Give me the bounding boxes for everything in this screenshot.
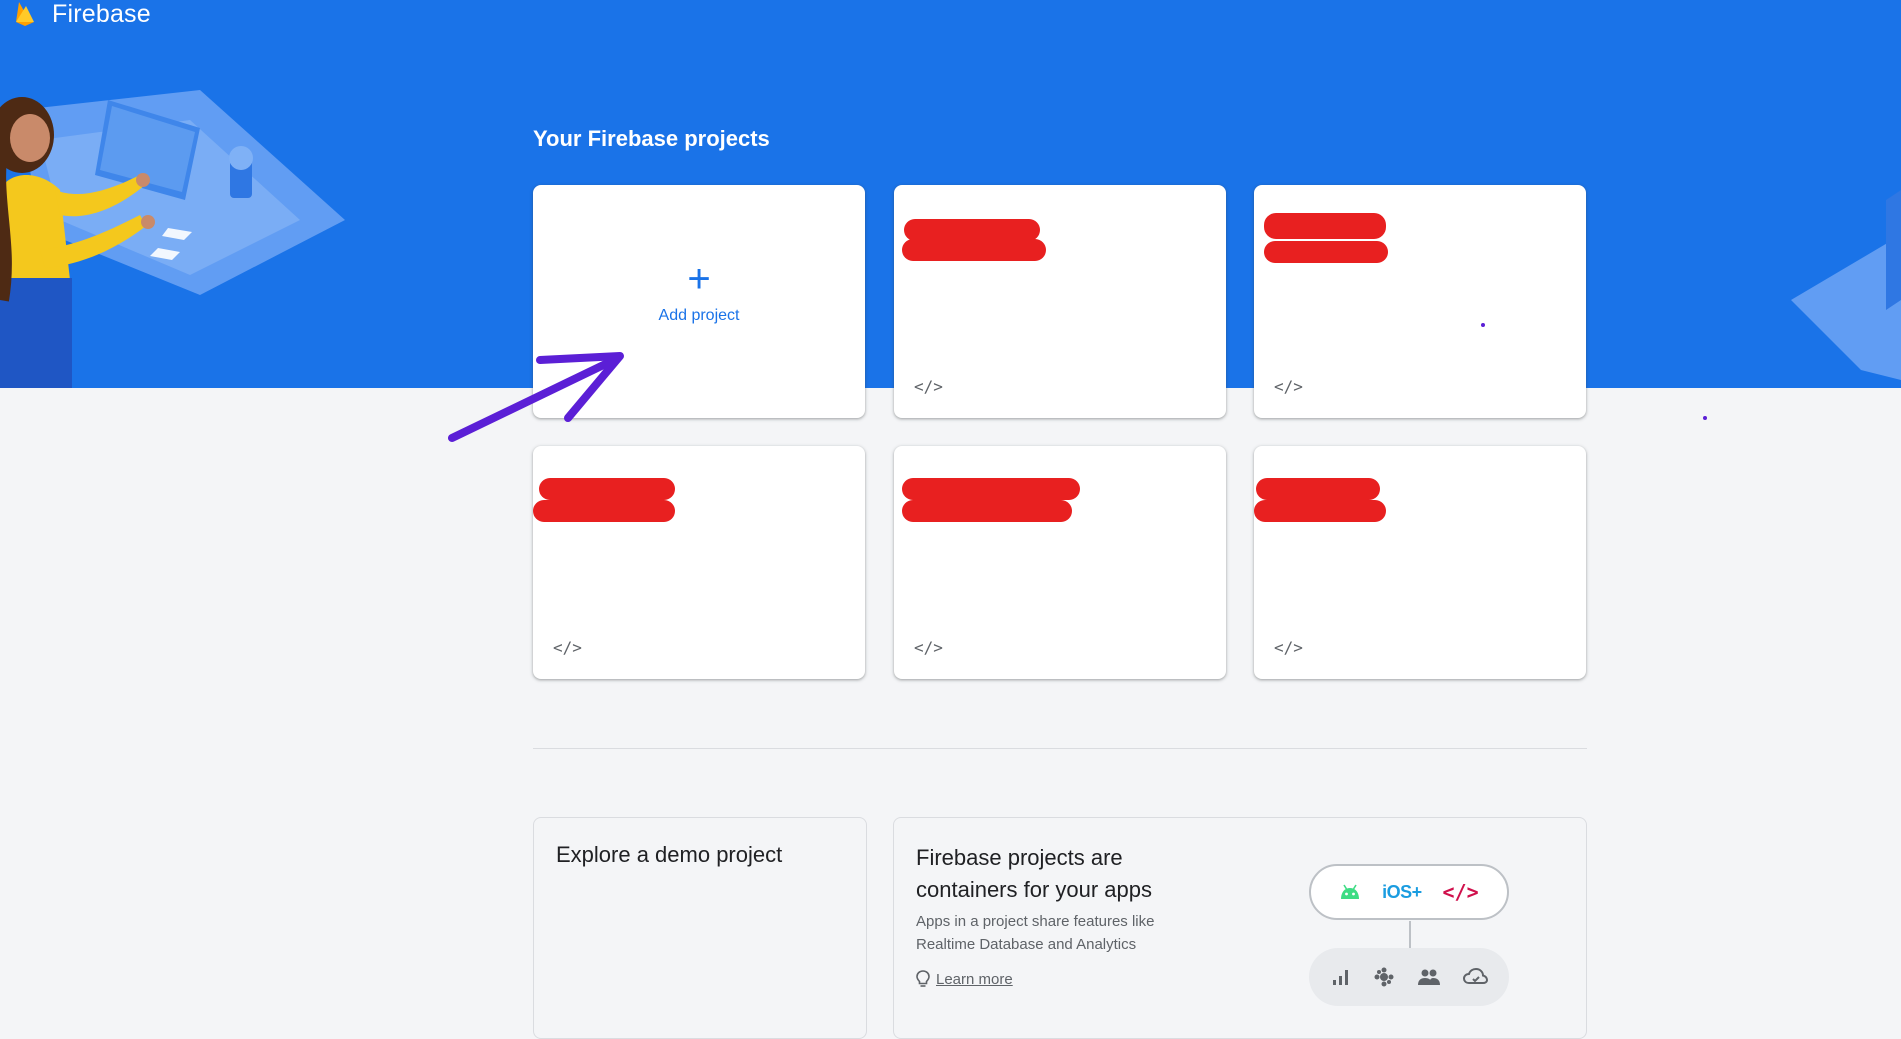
project-card[interactable]: </> — [894, 185, 1226, 418]
project-card[interactable]: </> — [894, 446, 1226, 679]
redaction-mark — [902, 500, 1072, 522]
demo-project-panel[interactable]: Explore a demo project — [533, 817, 867, 1039]
redaction-mark — [1264, 213, 1386, 239]
cloud-icon — [1463, 967, 1489, 984]
decorative-platform-illustration — [1791, 190, 1901, 380]
add-project-label[interactable]: Add project — [659, 307, 740, 325]
annotation-arrow — [448, 352, 624, 442]
redaction-mark — [902, 478, 1080, 500]
redaction-mark — [902, 239, 1046, 261]
project-card[interactable]: </> — [1254, 446, 1586, 679]
redaction-mark — [533, 500, 675, 522]
platforms-pill: iOS+ </> — [1309, 864, 1509, 920]
firebase-flame-icon[interactable] — [13, 0, 37, 26]
code-icon: </> — [914, 638, 943, 657]
code-icon: </> — [1274, 377, 1303, 396]
connector-line — [1409, 921, 1411, 949]
learn-more-link[interactable]: Learn more — [916, 970, 1013, 988]
ios-icon: iOS+ — [1382, 881, 1422, 902]
redaction-mark — [1256, 478, 1380, 500]
android-icon — [1341, 884, 1360, 899]
features-pill — [1309, 948, 1509, 1006]
demo-project-title[interactable]: Explore a demo project — [556, 842, 782, 868]
project-card[interactable]: </> — [533, 446, 865, 679]
redaction-mark — [1264, 241, 1388, 263]
analytics-icon — [1332, 970, 1348, 985]
redaction-mark — [539, 478, 675, 500]
code-icon: </> — [553, 638, 582, 657]
brand-name[interactable]: Firebase — [52, 0, 151, 28]
code-icon: </> — [914, 377, 943, 396]
code-icon: </> — [1274, 638, 1303, 657]
info-title: Firebase projects are containers for you… — [916, 845, 1153, 902]
plus-icon[interactable]: + — [687, 259, 710, 299]
section-divider — [533, 748, 1587, 749]
learn-more-label[interactable]: Learn more — [936, 971, 1013, 988]
redaction-mark — [904, 219, 1040, 241]
users-icon — [1417, 969, 1440, 985]
redaction-mark — [1254, 500, 1386, 522]
projects-info-panel: Firebase projects are containers for you… — [893, 817, 1587, 1039]
info-body: Apps in a project share features like Re… — [916, 913, 1155, 953]
lightbulb-icon — [916, 970, 930, 987]
annotation-dot — [1703, 416, 1707, 420]
projects-section-title: Your Firebase projects — [533, 126, 770, 151]
project-card[interactable]: </> — [1254, 185, 1586, 418]
web-icon: </> — [1442, 880, 1479, 904]
extensions-icon — [1374, 967, 1394, 987]
annotation-dot — [1481, 323, 1485, 327]
developer-illustration — [0, 90, 345, 388]
